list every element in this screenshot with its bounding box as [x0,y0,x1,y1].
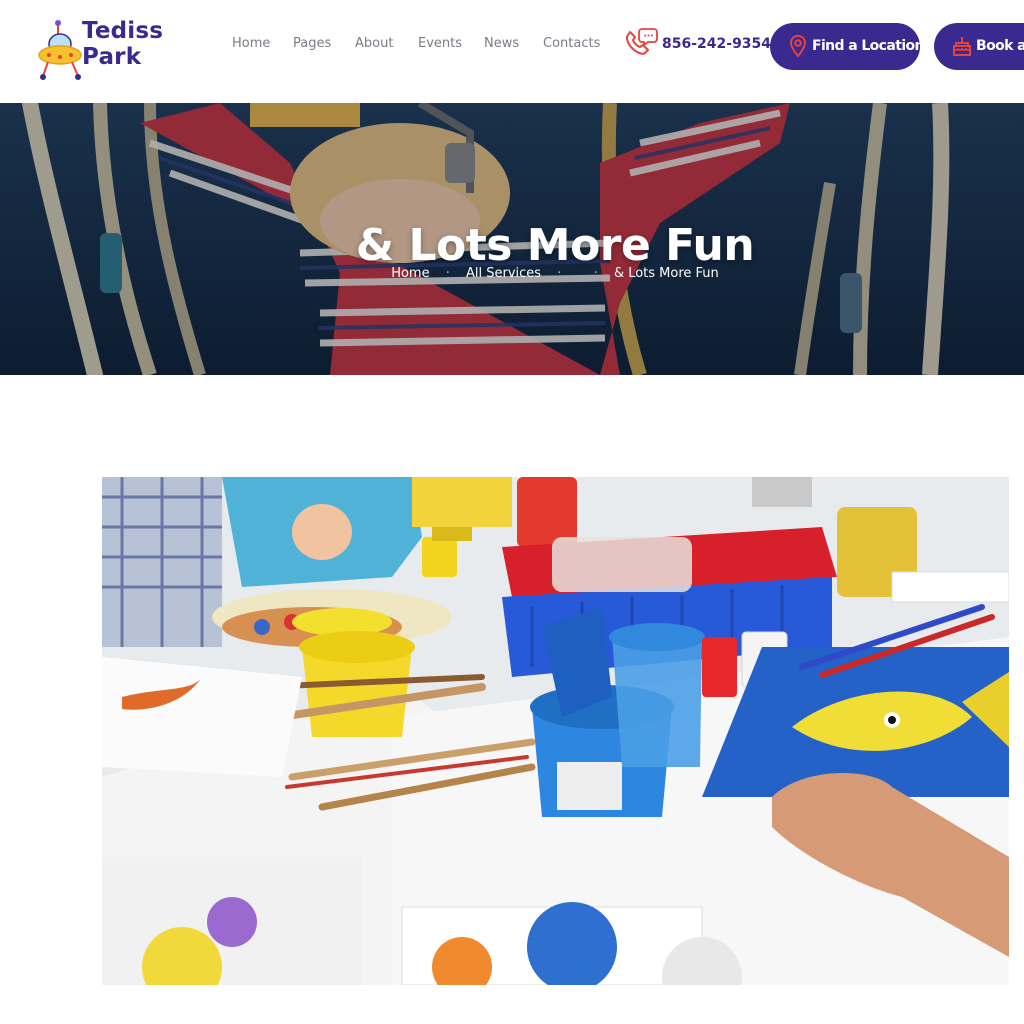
service-photo [102,477,1009,985]
brand-name-line1: Tediss [82,18,164,44]
nav-item-home[interactable]: Home [232,36,270,51]
breadcrumb-separator: · [445,266,450,281]
map-pin-icon [789,34,807,58]
breadcrumb-separator: · [557,266,562,281]
breadcrumb-separator: · [593,266,598,281]
breadcrumb-link-home[interactable]: Home [391,266,429,281]
phone-chat-icon [626,28,658,55]
breadcrumb-item-home[interactable]: Home [391,266,429,281]
nav-item-about[interactable]: About [355,36,393,51]
breadcrumb-current: & Lots More Fun [613,266,719,281]
book-party-button[interactable]: Book a Party [934,23,1024,70]
cake-icon [953,37,971,56]
nav-item-contacts[interactable]: Contacts [543,36,600,51]
page-title: & Lots More Fun [355,220,755,272]
nav-item-pages[interactable]: Pages [293,36,331,51]
find-location-button[interactable]: Find a Location [770,23,920,70]
nav-item-news[interactable]: News [484,36,519,51]
breadcrumb-item-all-services[interactable]: All Services [466,266,541,281]
brand-name: Tediss Park [82,18,172,70]
find-location-label: Find a Location [812,38,920,54]
kids-painting-image [102,477,1009,985]
site-header: Tediss Park Home Pages About Events News… [0,0,1024,103]
breadcrumb: Home · All Services · · & Lots More Fun [0,266,1024,281]
breadcrumb-link-all-services[interactable]: All Services [466,266,541,281]
phone-number: 856-242-9354 [662,36,772,52]
site-logo[interactable]: Tediss Park [38,14,168,84]
book-party-label: Book a Party [976,38,1024,54]
brand-name-line2: Park [82,44,142,70]
page-hero: & Lots More Fun Home · All Services · · … [0,103,1024,375]
nav-item-events[interactable]: Events [418,36,462,51]
